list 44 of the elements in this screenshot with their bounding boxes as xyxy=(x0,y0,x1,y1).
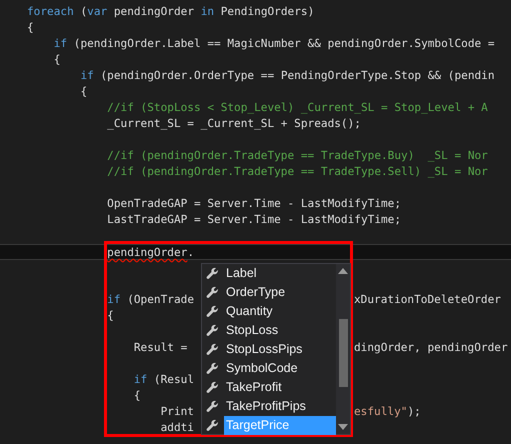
code-line: //if (pendingOrder.TradeType == TradeType.Buy) _SL = Nor xyxy=(106,149,488,162)
code-line: if (pendingOrder.OrderType == PendingOrderType.Stop && (pendin xyxy=(79,69,495,82)
completion-item[interactable]: TakeProfit xyxy=(224,378,336,397)
completion-item[interactable]: OrderType xyxy=(224,283,336,302)
code-line: pendingOrder. xyxy=(106,246,194,259)
code-line: { xyxy=(106,309,114,322)
code-line: //if (pendingOrder.TradeType == TradeType.Sell) _SL = Nor xyxy=(106,165,488,178)
code-line: if (Resul xyxy=(132,373,194,386)
wrench-icon xyxy=(206,362,219,375)
wrench-icon xyxy=(206,267,219,280)
wrench-icon xyxy=(206,343,219,356)
completion-item[interactable]: SymbolCode xyxy=(224,359,336,378)
completion-item[interactable]: Label xyxy=(224,264,336,283)
code-line: Print xyxy=(160,404,194,420)
scroll-down-icon[interactable] xyxy=(338,424,348,430)
code-line: if (OpenTrade xyxy=(106,292,194,308)
code-line: LastTradeGAP = Server.Time - LastModifyTime; xyxy=(106,213,402,226)
code-line: { xyxy=(132,389,141,402)
code-fragment: dingOrder, pendingOrder xyxy=(354,340,508,356)
code-fragment: xDurationToDeleteOrder xyxy=(354,292,501,308)
wrench-icon xyxy=(206,400,219,413)
completion-item[interactable]: Quantity xyxy=(224,302,336,321)
completion-item[interactable]: TakeProfitPips xyxy=(224,397,336,416)
completion-item[interactable]: StopLossPips xyxy=(224,340,336,359)
wrench-icon xyxy=(206,419,219,432)
wrench-icon xyxy=(206,305,219,318)
code-line: _Current_SL = _Current_SL + Spreads(); xyxy=(106,117,361,130)
code-line: addti xyxy=(160,421,194,434)
code-line: OpenTradeGAP = Server.Time - LastModifyTime; xyxy=(106,197,402,210)
wrench-icon xyxy=(206,381,219,394)
completion-item[interactable]: StopLoss xyxy=(224,321,336,340)
scroll-up-icon[interactable] xyxy=(338,268,348,274)
scroll-thumb[interactable] xyxy=(338,319,348,387)
scrollbar[interactable] xyxy=(336,264,350,434)
code-line: { xyxy=(79,85,88,98)
code-line: { xyxy=(52,53,60,66)
code-line: if (pendingOrder.Label == MagicNumber && pendingOrder.SymbolCode = xyxy=(52,37,495,50)
wrench-icon xyxy=(206,286,219,299)
wrench-icon xyxy=(206,324,219,337)
code-line: foreach (var pendingOrder in PendingOrders) xyxy=(27,5,314,18)
code-fragment: esfully"); xyxy=(354,404,421,420)
code-line: { xyxy=(27,21,34,34)
code-line: //if (StopLoss < Stop_Level) _Current_SL = Stop_Level + A xyxy=(106,101,488,114)
code-line: Result = xyxy=(132,340,188,356)
